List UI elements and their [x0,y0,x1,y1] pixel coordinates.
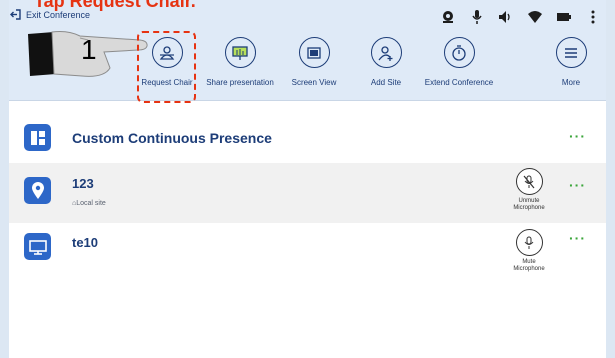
monitor-icon [24,233,51,260]
exit-icon [10,9,21,20]
extend-conference-label: Extend Conference [424,78,494,87]
mic-icon [515,229,543,256]
mic-muted-icon [515,168,543,195]
timer-icon [443,37,475,68]
screen-view-icon [298,37,330,68]
row-more-button[interactable]: ··· [569,128,586,144]
list-item-title: Custom Continuous Presence [72,130,272,146]
overflow-menu-icon[interactable] [578,5,607,29]
screen-view-label: Screen View [291,78,337,87]
system-icons [433,5,607,29]
more-button[interactable]: More [531,37,611,87]
unmute-microphone-button[interactable]: Unmute Microphone [504,168,554,212]
mute-microphone-label: Mute Microphone [513,259,545,272]
list-item[interactable]: te10 Mute Microphone ··· [9,223,606,278]
share-presentation-label: Share presentation [206,78,274,87]
speaker-icon [491,5,520,29]
screen-view-button[interactable]: Screen View [274,37,354,87]
location-pin-icon [24,177,51,204]
presentation-icon [224,37,256,68]
layout-icon [24,124,51,151]
more-label: More [561,78,581,87]
extend-conference-button[interactable]: Extend Conference [419,37,499,87]
share-presentation-button[interactable]: Share presentation [200,37,280,87]
add-site-icon [370,37,402,68]
mic-icon [462,5,491,29]
exit-conference-button[interactable]: Exit Conference [10,9,90,20]
row-more-button[interactable]: ··· [569,230,586,246]
conference-site-list: Custom Continuous Presence ··· 123 ⌂Loca… [9,100,606,278]
right-frame-border [606,0,615,358]
webcam-icon [433,5,462,29]
unmute-microphone-label: Unmute Microphone [513,198,545,211]
step-number: 1 [81,34,97,65]
add-site-button[interactable]: Add Site [346,37,426,87]
list-item[interactable]: 123 ⌂Local site Unmute Microphone ··· [9,163,606,223]
list-item-title: 123 [72,176,94,191]
more-menu-icon [555,37,587,68]
left-frame-border [0,0,9,358]
list-item-title: te10 [72,235,99,250]
mute-microphone-button[interactable]: Mute Microphone [504,229,554,273]
row-more-button[interactable]: ··· [569,177,586,193]
exit-conference-label: Exit Conference [26,9,91,20]
battery-icon [549,5,578,29]
local-site-label: ⌂Local site [72,200,106,207]
list-item[interactable]: Custom Continuous Presence ··· [9,100,606,163]
add-site-label: Add Site [370,78,402,87]
wifi-icon [520,5,549,29]
highlight-request-chair [137,31,196,103]
